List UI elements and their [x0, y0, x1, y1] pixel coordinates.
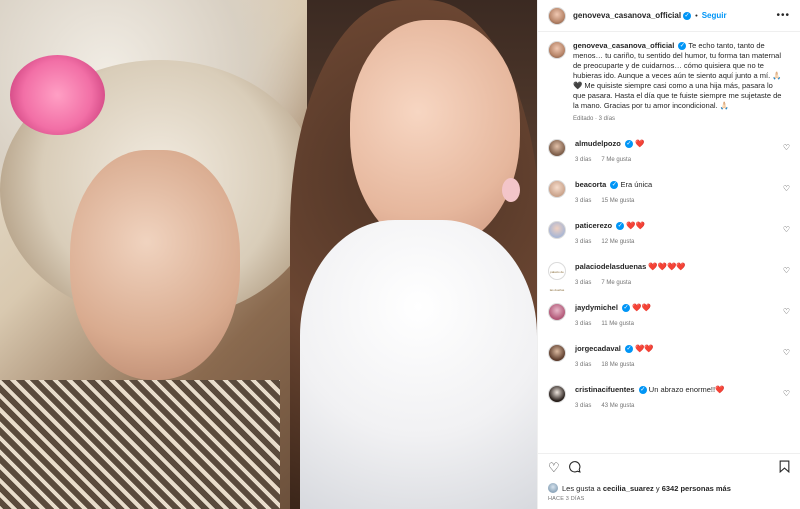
- verified-badge-icon: ✓: [624, 140, 633, 149]
- comment-item: beacorta ✓ Era única 3 días 15 Me gusta ♡: [548, 180, 790, 206]
- comment-like-heart-icon[interactable]: ♡: [783, 225, 790, 234]
- commenter-avatar[interactable]: [548, 139, 566, 157]
- comment-time[interactable]: 3 días: [575, 362, 591, 368]
- photo-earring: [502, 178, 520, 202]
- comment-time[interactable]: 3 días: [575, 198, 591, 204]
- commenter-username[interactable]: paticerezo: [575, 221, 612, 230]
- post-date[interactable]: HACE 3 DÍAS: [548, 496, 790, 502]
- comment-likes[interactable]: 43 Me gusta: [601, 403, 634, 409]
- commenter-avatar[interactable]: [548, 385, 566, 403]
- comment-text: ❤️: [635, 139, 645, 148]
- comment-like-heart-icon[interactable]: ♡: [783, 184, 790, 193]
- author-username[interactable]: genoveva_casanova_official: [573, 11, 681, 20]
- commenter-avatar[interactable]: [548, 344, 566, 362]
- comment-likes[interactable]: 15 Me gusta: [601, 198, 634, 204]
- comment-like-heart-icon[interactable]: ♡: [783, 307, 790, 316]
- commenter-avatar[interactable]: [548, 180, 566, 198]
- post-side-panel: genoveva_casanova_official ✓ • Seguir ••…: [537, 0, 800, 509]
- comment-item: jaydymichel ✓ ❤️❤️ 3 días 11 Me gusta ♡: [548, 303, 790, 329]
- palace-logo: palacio de las dueñas: [549, 270, 565, 292]
- bookmark-icon[interactable]: [779, 460, 790, 476]
- photo-woman-face: [350, 20, 520, 250]
- commenter-avatar[interactable]: palacio de las dueñas: [548, 262, 566, 292]
- liker-avatar[interactable]: [548, 483, 558, 493]
- photo-pink-flower: [10, 55, 105, 135]
- commenter-avatar[interactable]: [548, 221, 566, 239]
- comment-text: ❤️❤️: [635, 344, 654, 353]
- post-caption: genoveva_casanova_official ✓ Te echo tan…: [548, 39, 790, 124]
- commenter-avatar[interactable]: [548, 303, 566, 321]
- likes-count[interactable]: 6342 personas más: [662, 484, 731, 493]
- likes-prefix: Les gusta a: [562, 483, 601, 493]
- comment-item: paticerezo ✓ ❤️❤️ 3 días 12 Me gusta ♡: [548, 221, 790, 247]
- comment-likes[interactable]: 7 Me gusta: [601, 157, 631, 163]
- comments-list[interactable]: genoveva_casanova_official ✓ Te echo tan…: [538, 33, 800, 453]
- more-options-icon[interactable]: •••: [776, 10, 790, 21]
- commenter-username[interactable]: beacorta: [575, 180, 606, 189]
- comment-item: jorgecadaval ✓ ❤️❤️ 3 días 18 Me gusta ♡: [548, 344, 790, 370]
- commenter-username[interactable]: jorgecadaval: [575, 344, 621, 353]
- verified-badge-icon: ✓: [638, 386, 647, 395]
- comment-text: ❤️❤️❤️❤️: [648, 262, 686, 271]
- photo-elder-face: [70, 150, 240, 380]
- heart-icon[interactable]: ♡: [548, 460, 560, 476]
- commenter-username[interactable]: palaciodelasduenas: [575, 262, 646, 271]
- verified-badge-icon: ✓: [610, 181, 619, 190]
- comment-text: ❤️❤️: [632, 303, 651, 312]
- verified-badge-icon: ✓: [678, 42, 687, 51]
- comment-likes[interactable]: 7 Me gusta: [601, 280, 631, 286]
- comment-item: palacio de las dueñas palaciodelasduenas…: [548, 262, 790, 292]
- comment-time[interactable]: 3 días: [575, 157, 591, 163]
- photo-elder-dress: [0, 380, 280, 509]
- caption-text: Te echo tanto, tanto de menos… tu cariño…: [573, 41, 782, 110]
- commenter-username[interactable]: jaydymichel: [575, 303, 618, 312]
- likes-middle: y: [655, 483, 660, 493]
- comment-item: cristinacifuentes ✓ Un abrazo enorme!!❤️…: [548, 385, 790, 411]
- comment-time[interactable]: 3 días: [575, 403, 591, 409]
- verified-badge-icon: ✓: [624, 345, 633, 354]
- comment-item: almudelpozo ✓ ❤️ 3 días 7 Me gusta ♡: [548, 139, 790, 165]
- liker-username[interactable]: cecilia_suarez: [603, 484, 654, 493]
- comment-text: ❤️❤️: [626, 221, 645, 230]
- comment-like-heart-icon[interactable]: ♡: [783, 266, 790, 275]
- commenter-username[interactable]: almudelpozo: [575, 139, 621, 148]
- comment-like-heart-icon[interactable]: ♡: [783, 348, 790, 357]
- caption-username[interactable]: genoveva_casanova_official: [573, 41, 674, 50]
- caption-meta: Editado · 3 días: [573, 116, 616, 122]
- comment-text: Era única: [620, 180, 653, 189]
- post-header: genoveva_casanova_official ✓ • Seguir ••…: [538, 0, 800, 32]
- verified-badge-icon: ✓: [683, 11, 692, 20]
- comment-like-heart-icon[interactable]: ♡: [783, 389, 790, 398]
- comment-likes[interactable]: 12 Me gusta: [601, 239, 634, 245]
- comment-like-heart-icon[interactable]: ♡: [783, 143, 790, 152]
- commenter-username[interactable]: cristinacifuentes: [575, 385, 635, 394]
- likes-summary: Les gusta a cecilia_suarez y 6342 person…: [548, 483, 790, 493]
- comment-text: Un abrazo enorme!!❤️: [648, 385, 725, 394]
- post-actions: ♡ Les gusta a cecilia_suarez y 6342 pers…: [538, 453, 800, 502]
- author-avatar[interactable]: [548, 6, 566, 25]
- separator-dot: •: [695, 11, 698, 20]
- comment-likes[interactable]: 18 Me gusta: [601, 362, 634, 368]
- comment-icon[interactable]: [568, 460, 581, 476]
- caption-avatar[interactable]: [548, 41, 566, 59]
- photo-white-scarf: [300, 220, 537, 509]
- follow-button[interactable]: Seguir: [702, 11, 727, 20]
- post-photo[interactable]: [0, 0, 537, 509]
- verified-badge-icon: ✓: [622, 304, 631, 313]
- comment-time[interactable]: 3 días: [575, 280, 591, 286]
- comment-time[interactable]: 3 días: [575, 321, 591, 327]
- comment-time[interactable]: 3 días: [575, 239, 591, 245]
- comment-likes[interactable]: 11 Me gusta: [601, 321, 634, 327]
- verified-badge-icon: ✓: [616, 222, 625, 231]
